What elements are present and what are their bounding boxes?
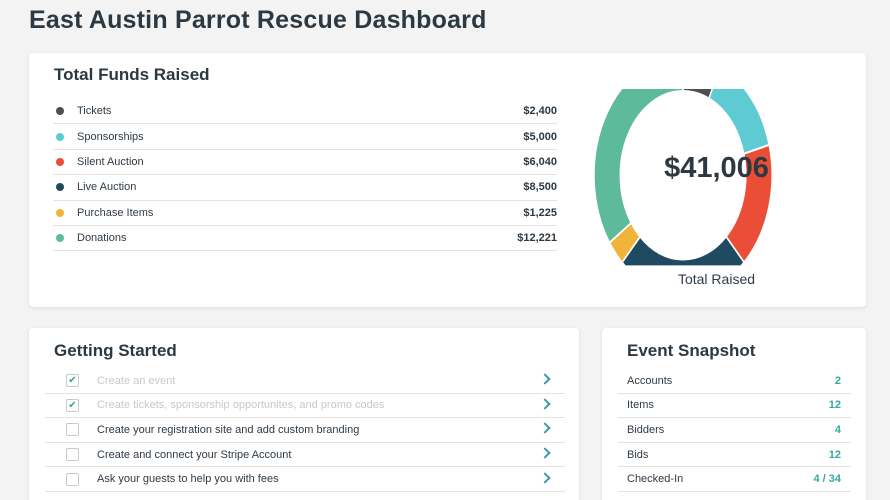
- getting-started-label: Create your registration site and add cu…: [97, 423, 360, 436]
- getting-started-item[interactable]: ✔ Create tickets, sponsorship opportunite…: [45, 394, 565, 419]
- legend-dot-icon: [56, 157, 64, 166]
- funds-row: Sponsorships $5,000: [53, 124, 557, 150]
- funds-row-amount: $8,500: [523, 181, 557, 194]
- snapshot-row: Bidders 4: [618, 418, 851, 443]
- getting-started-item[interactable]: ✔ Create an event: [45, 369, 565, 394]
- getting-started-label: Create and connect your Stripe Account: [97, 448, 292, 461]
- funds-row-label: Live Auction: [77, 181, 137, 194]
- funds-row-amount: $5,000: [523, 130, 557, 143]
- checkbox[interactable]: [66, 448, 79, 462]
- getting-started-item[interactable]: Create your registration site and add cu…: [45, 418, 565, 443]
- getting-started-label: Ask your guests to help you with fees: [97, 473, 279, 486]
- snapshot-label: Checked-In: [627, 473, 684, 486]
- snapshot-value[interactable]: 4: [835, 424, 851, 436]
- chevron-right-icon[interactable]: [539, 422, 551, 435]
- getting-started-label: Create tickets, sponsorship opportunites…: [97, 399, 385, 412]
- legend-dot-icon: [56, 234, 64, 243]
- snapshot-value[interactable]: 4 / 34: [813, 473, 851, 485]
- funds-row: Tickets $2,400: [53, 99, 557, 125]
- donut-chart: $41,006: [594, 89, 839, 269]
- chevron-right-icon[interactable]: [539, 472, 551, 484]
- legend-dot-icon: [56, 107, 64, 116]
- getting-started-list: ✔ Create an event ✔ Create tickets, sponsor…: [45, 369, 565, 492]
- check-icon: ✔: [68, 399, 77, 411]
- getting-started-card: Getting Started ✔ Create an event ✔ Create …: [29, 328, 579, 500]
- funds-row-label: Silent Auction: [77, 155, 144, 168]
- event-snapshot-card: Event Snapshot Accounts 2 Items 12 Bidders 4 B…: [602, 328, 866, 500]
- getting-started-label: Create an event: [97, 374, 176, 387]
- donut-caption: Total Raised: [677, 271, 756, 287]
- checkbox[interactable]: [66, 423, 79, 437]
- snapshot-value[interactable]: 2: [835, 375, 851, 387]
- chevron-right-icon[interactable]: [539, 398, 551, 410]
- donut-slice-live-auction: [621, 235, 746, 266]
- funds-row-label: Sponsorships: [77, 130, 144, 143]
- snapshot-row: Accounts 2: [618, 369, 851, 394]
- funds-row-label: Tickets: [77, 105, 112, 118]
- funds-row-amount: $12,221: [517, 232, 557, 245]
- snapshot-value[interactable]: 12: [829, 449, 851, 461]
- legend-dot-icon: [56, 132, 64, 141]
- funds-row: Live Auction $8,500: [53, 175, 557, 201]
- funds-list: Tickets $2,400 Sponsorships $5,000 Silent Au…: [53, 99, 557, 252]
- total-funds-title: Total Funds Raised: [54, 65, 210, 84]
- funds-row: Purchase Items $1,225: [53, 201, 557, 226]
- event-snapshot-list: Accounts 2 Items 12 Bidders 4 Bids 12 Checked-In…: [618, 369, 851, 492]
- getting-started-title: Getting Started: [54, 341, 177, 360]
- snapshot-row: Items 12: [618, 394, 851, 419]
- snapshot-label: Items: [627, 399, 654, 412]
- getting-started-item[interactable]: Create and connect your Stripe Account: [45, 443, 565, 468]
- checkbox[interactable]: ✔: [66, 374, 79, 388]
- page-title: East Austin Parrot Rescue Dashboard: [29, 6, 487, 34]
- check-icon: ✔: [68, 375, 77, 387]
- snapshot-row: Checked-In 4 / 34: [618, 467, 851, 492]
- funds-row-amount: $1,225: [523, 206, 557, 219]
- funds-row-amount: $6,040: [523, 155, 557, 168]
- funds-row-label: Purchase Items: [77, 206, 154, 219]
- funds-row-label: Donations: [77, 232, 127, 245]
- funds-row: Silent Auction $6,040: [53, 150, 557, 176]
- funds-row-amount: $2,400: [523, 105, 557, 118]
- snapshot-label: Accounts: [627, 374, 673, 387]
- snapshot-value[interactable]: 12: [829, 399, 851, 411]
- funds-row: Donations $12,221: [53, 226, 557, 252]
- snapshot-label: Bidders: [627, 423, 665, 436]
- checkbox[interactable]: [66, 472, 79, 486]
- chevron-right-icon[interactable]: [539, 373, 551, 385]
- chevron-right-icon[interactable]: [539, 447, 551, 459]
- donut-slice-sponsorships: [708, 89, 771, 156]
- event-snapshot-title: Event Snapshot: [627, 341, 756, 360]
- getting-started-item[interactable]: Ask your guests to help you with fees: [45, 467, 565, 492]
- legend-dot-icon: [56, 208, 64, 217]
- checkbox[interactable]: ✔: [66, 398, 79, 412]
- donut-total-value: $41,006: [664, 152, 769, 184]
- snapshot-label: Bids: [627, 448, 649, 461]
- snapshot-row: Bids 12: [618, 443, 851, 468]
- legend-dot-icon: [56, 183, 64, 192]
